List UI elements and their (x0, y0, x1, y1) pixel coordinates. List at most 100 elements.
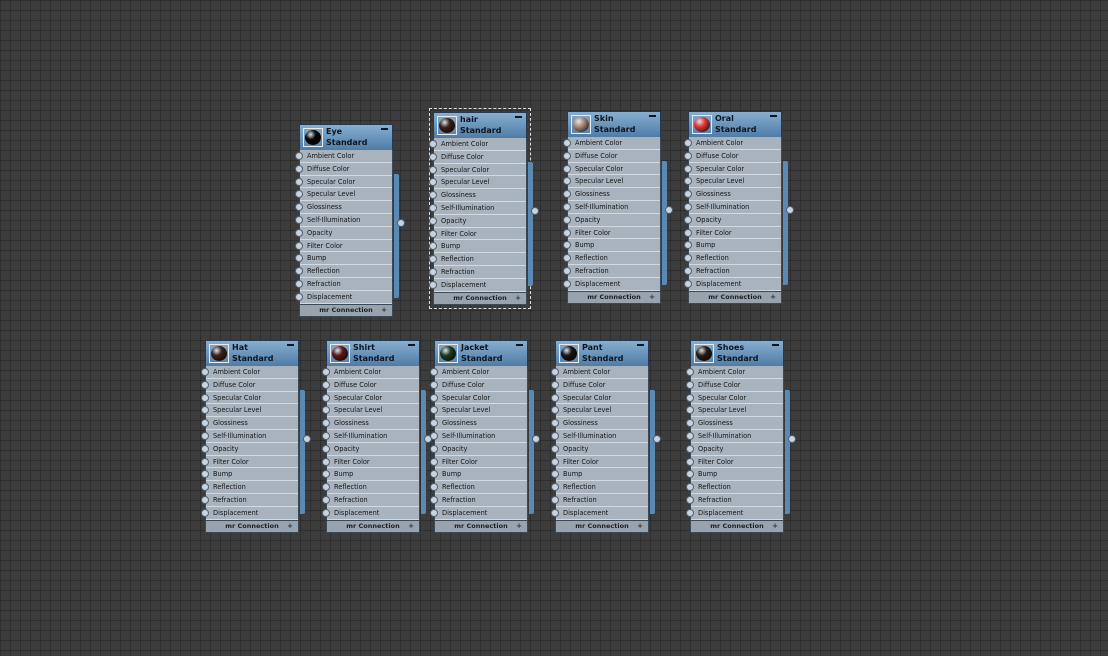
map-slot-bump[interactable]: Bump (551, 468, 648, 482)
collapse-icon[interactable] (408, 344, 415, 346)
input-socket[interactable] (684, 139, 692, 147)
map-slot-opacity[interactable]: Opacity (686, 443, 783, 456)
input-socket[interactable] (429, 140, 437, 148)
node-header[interactable]: Pant Standard (555, 340, 649, 366)
map-slot-opacity[interactable]: Opacity (322, 443, 419, 456)
map-slot-specular-color[interactable]: Specular Color (684, 163, 781, 176)
input-socket[interactable] (551, 406, 559, 415)
input-socket[interactable] (684, 151, 692, 160)
input-socket[interactable] (322, 406, 330, 415)
node-header[interactable]: hair Standard (433, 112, 527, 138)
input-socket[interactable] (551, 495, 559, 504)
output-socket[interactable] (786, 206, 794, 214)
map-slot-bump[interactable]: Bump (684, 239, 781, 253)
input-socket[interactable] (429, 191, 437, 200)
input-socket[interactable] (322, 457, 330, 466)
input-socket[interactable] (429, 165, 437, 174)
input-socket[interactable] (322, 380, 330, 389)
mr-connection-rollout[interactable]: mr Connection + (433, 291, 527, 305)
map-slot-reflection[interactable]: Reflection (551, 481, 648, 494)
output-socket[interactable] (531, 207, 539, 215)
map-slot-specular-level[interactable]: Specular Level (429, 176, 526, 190)
map-slot-ambient-color[interactable]: Ambient Color (684, 137, 781, 150)
input-socket[interactable] (429, 229, 437, 238)
map-slot-self-illumination[interactable]: Self-Illumination (563, 201, 660, 214)
map-slot-specular-color[interactable]: Specular Color (322, 392, 419, 405)
input-socket[interactable] (430, 406, 438, 415)
map-slot-self-illumination[interactable]: Self-Illumination (684, 201, 781, 214)
map-slot-diffuse-color[interactable]: Diffuse Color (563, 150, 660, 163)
input-socket[interactable] (322, 393, 330, 402)
input-socket[interactable] (201, 508, 209, 517)
input-socket[interactable] (684, 177, 692, 186)
map-slot-filter-color[interactable]: Filter Color (684, 227, 781, 240)
material-node-skin[interactable]: Skin Standard Ambient Color Diffuse Color Sp… (563, 111, 673, 304)
material-node-hair[interactable]: hair Standard Ambient Color Diffuse Color Sp… (429, 108, 539, 309)
input-socket[interactable] (563, 228, 571, 237)
node-header[interactable]: Shoes Standard (690, 340, 784, 366)
map-slot-displacement[interactable]: Displacement (201, 507, 298, 520)
map-slot-glossiness[interactable]: Glossiness (686, 417, 783, 430)
mr-connection-rollout[interactable]: mr Connection + (688, 290, 782, 304)
input-socket[interactable] (686, 495, 694, 504)
input-socket[interactable] (563, 202, 571, 211)
input-socket[interactable] (684, 254, 692, 263)
input-socket[interactable] (686, 419, 694, 428)
plus-icon[interactable]: + (637, 521, 643, 532)
input-socket[interactable] (322, 470, 330, 479)
input-socket[interactable] (430, 444, 438, 453)
plus-icon[interactable]: + (516, 521, 522, 532)
input-socket[interactable] (686, 483, 694, 492)
map-slot-filter-color[interactable]: Filter Color (322, 456, 419, 469)
input-socket[interactable] (322, 419, 330, 428)
input-socket[interactable] (429, 242, 437, 251)
node-header[interactable]: Skin Standard (567, 111, 661, 137)
mr-connection-rollout[interactable]: mr Connection + (205, 519, 299, 533)
input-socket[interactable] (295, 228, 303, 237)
plus-icon[interactable]: + (772, 521, 778, 532)
input-socket[interactable] (295, 203, 303, 212)
map-slot-specular-color[interactable]: Specular Color (686, 392, 783, 405)
input-socket[interactable] (295, 267, 303, 276)
plus-icon[interactable]: + (287, 521, 293, 532)
input-socket[interactable] (686, 457, 694, 466)
plus-icon[interactable]: + (515, 293, 521, 304)
material-node-shirt[interactable]: Shirt Standard Ambient Color Diffuse Color S… (322, 340, 432, 533)
input-socket[interactable] (429, 280, 437, 289)
input-socket[interactable] (429, 152, 437, 161)
map-slot-diffuse-color[interactable]: Diffuse Color (684, 150, 781, 163)
collapse-icon[interactable] (637, 344, 644, 346)
plus-icon[interactable]: + (408, 521, 414, 532)
map-slot-diffuse-color[interactable]: Diffuse Color (295, 163, 392, 176)
collapse-icon[interactable] (516, 344, 523, 346)
input-socket[interactable] (295, 254, 303, 263)
map-slot-opacity[interactable]: Opacity (430, 443, 527, 456)
map-slot-specular-level[interactable]: Specular Level (322, 404, 419, 418)
material-node-hat[interactable]: Hat Standard Ambient Color Diffuse Color Spe… (201, 340, 311, 533)
input-socket[interactable] (429, 203, 437, 212)
input-socket[interactable] (430, 419, 438, 428)
input-socket[interactable] (322, 431, 330, 440)
output-socket[interactable] (532, 435, 540, 443)
map-slot-displacement[interactable]: Displacement (322, 507, 419, 520)
collapse-icon[interactable] (381, 128, 388, 130)
input-socket[interactable] (201, 495, 209, 504)
input-socket[interactable] (295, 190, 303, 199)
input-socket[interactable] (563, 215, 571, 224)
collapse-icon[interactable] (649, 115, 656, 117)
map-slot-diffuse-color[interactable]: Diffuse Color (322, 379, 419, 392)
map-slot-ambient-color[interactable]: Ambient Color (551, 366, 648, 379)
map-slot-self-illumination[interactable]: Self-Illumination (686, 430, 783, 443)
input-socket[interactable] (429, 216, 437, 225)
input-socket[interactable] (430, 508, 438, 517)
input-socket[interactable] (686, 508, 694, 517)
input-socket[interactable] (551, 470, 559, 479)
map-slot-specular-color[interactable]: Specular Color (430, 392, 527, 405)
input-socket[interactable] (563, 254, 571, 263)
input-socket[interactable] (430, 368, 438, 376)
collapse-icon[interactable] (287, 344, 294, 346)
map-slot-refraction[interactable]: Refraction (322, 494, 419, 507)
input-socket[interactable] (684, 202, 692, 211)
map-slot-reflection[interactable]: Reflection (684, 252, 781, 265)
map-slot-ambient-color[interactable]: Ambient Color (563, 137, 660, 150)
